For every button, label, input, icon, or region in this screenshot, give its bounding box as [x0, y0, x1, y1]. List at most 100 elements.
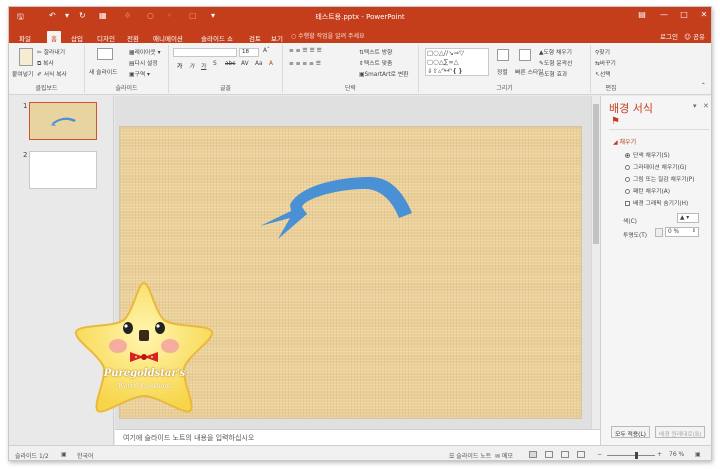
fill-bucket-icon[interactable]: ⚑: [611, 116, 620, 127]
apply-to-all-button[interactable]: 모두 적용(L): [611, 426, 650, 438]
copy-icon: ⧉: [37, 61, 42, 67]
shape-effects-button[interactable]: ○도형 효과: [539, 69, 567, 78]
format-painter-button[interactable]: ✐ 서식 복사: [37, 69, 67, 78]
copy-label: 복사: [42, 61, 54, 67]
text-direction-button[interactable]: ⇅텍스트 방향: [359, 47, 392, 56]
spinner-icon[interactable]: ⇕: [692, 228, 696, 234]
slide-thumbnail-2[interactable]: [29, 151, 97, 189]
notes-toggle[interactable]: ☰ 슬라이드 노트: [449, 451, 491, 460]
shadow-icon[interactable]: S: [213, 61, 217, 67]
tab-view[interactable]: 보기: [267, 31, 287, 43]
reading-view-icon[interactable]: [561, 451, 569, 458]
shape-fill-button[interactable]: ▲도형 채우기: [539, 47, 572, 56]
layout-button[interactable]: ▦레이아웃 ▾: [129, 47, 161, 56]
layout-label: 레이아웃: [134, 50, 156, 56]
ribbon: 붙여넣기 ✂ 잘라내기 ⧉ 복사 ✐ 서식 복사 클립보드 새 슬라이드 ▦레이…: [9, 43, 711, 95]
slideshow-view-icon[interactable]: [577, 451, 585, 458]
new-slide-icon[interactable]: [97, 48, 113, 60]
cut-button[interactable]: ✂ 잘라내기: [37, 47, 65, 56]
paste-icon[interactable]: [19, 48, 33, 66]
close-pane-icon[interactable]: ✕: [703, 102, 709, 110]
scrollbar-thumb[interactable]: [593, 104, 599, 244]
ribbon-display-icon[interactable]: ▤: [635, 10, 649, 19]
italic-icon[interactable]: 가: [189, 61, 194, 70]
replace-button[interactable]: ⇆바꾸기: [595, 58, 616, 67]
slide-thumbnail-1[interactable]: [29, 102, 97, 140]
shape-outline-button[interactable]: ✎도형 윤곽선: [539, 58, 572, 67]
reset-background-button[interactable]: 배경 원래대로(B): [655, 426, 706, 438]
pattern-fill-label: 패턴 채우기(A): [633, 189, 670, 195]
font-grow-icon[interactable]: Aˆ: [263, 48, 270, 54]
hide-background-graphics-checkbox[interactable]: 배경 그래픽 숨기기(H): [625, 198, 688, 207]
share-button[interactable]: 공유: [693, 33, 705, 41]
tab-transitions[interactable]: 전환: [123, 31, 143, 43]
smartart-button[interactable]: ▣SmartArt로 변환: [359, 69, 408, 78]
pane-options-icon[interactable]: ▾: [693, 102, 697, 110]
notes-pane[interactable]: 여기에 슬라이드 노트의 내용을 입력하십시오: [115, 429, 600, 445]
align-icon[interactable]: ≡ ≡ ≡ ≡ ☰: [289, 61, 321, 67]
pattern-fill-option[interactable]: 패턴 채우기(A): [625, 186, 670, 195]
find-label: 찾기: [599, 50, 610, 56]
bold-icon[interactable]: 가: [177, 61, 182, 70]
zoom-out-icon[interactable]: −: [597, 451, 602, 458]
reset-button[interactable]: ▤다시 설정: [129, 58, 158, 67]
new-slide-button[interactable]: 새 슬라이드: [89, 67, 118, 76]
close-button[interactable]: ✕: [697, 10, 711, 19]
slide-counter: 슬라이드 1/2: [15, 453, 49, 460]
minimize-button[interactable]: —: [657, 10, 671, 19]
zoom-level[interactable]: 76 %: [669, 451, 684, 458]
tell-me-search[interactable]: ○ 수행할 작업을 알려 주세요: [291, 31, 365, 40]
clipboard-group-label: 클립보드: [35, 85, 58, 92]
char-spacing-icon[interactable]: AV: [241, 61, 249, 67]
hide-graphics-label: 배경 그래픽 숨기기(H): [633, 201, 689, 207]
transparency-input[interactable]: 0 % ⇕: [665, 227, 699, 237]
collapse-ribbon-icon[interactable]: ⌃: [701, 83, 706, 89]
cut-label: 잘라내기: [43, 50, 66, 56]
slide-scrollbar[interactable]: [591, 96, 600, 429]
paste-button[interactable]: 붙여넣기: [12, 69, 33, 78]
select-button[interactable]: ↖선택: [595, 69, 611, 78]
tab-insert[interactable]: 삽입: [67, 31, 87, 43]
gradient-fill-option[interactable]: 그라데이션 채우기(G): [625, 162, 687, 171]
color-picker-button[interactable]: ▲ ▾: [677, 213, 699, 223]
fill-section-header[interactable]: ◢ 채우기: [613, 137, 636, 146]
slide-sorter-icon[interactable]: [545, 451, 553, 458]
solid-fill-option[interactable]: 단색 채우기(S): [625, 150, 670, 159]
font-color-icon[interactable]: A: [269, 61, 273, 67]
spelling-icon[interactable]: ▣: [61, 451, 67, 458]
comments-toggle[interactable]: ✉ 메모: [495, 451, 513, 460]
underline-icon[interactable]: 가: [201, 61, 206, 70]
normal-view-icon[interactable]: [529, 451, 537, 458]
align-text-button[interactable]: ⇕텍스트 맞춤: [359, 58, 392, 67]
tab-home[interactable]: 홈: [47, 31, 61, 43]
tab-file[interactable]: 파일: [15, 31, 35, 43]
quick-styles-icon[interactable]: [519, 49, 531, 61]
fit-to-window-icon[interactable]: ▣: [695, 451, 701, 458]
picture-fill-option[interactable]: 그림 또는 질감 채우기(P): [625, 174, 695, 183]
zoom-in-icon[interactable]: +: [657, 451, 662, 458]
transparency-slider[interactable]: [655, 228, 663, 237]
arrange-icon[interactable]: [497, 49, 509, 61]
shapes-gallery[interactable]: □○△∕∕↘⇒▽ ▢○△∑∞△ ⇓⇧▵↷↶❴❵: [425, 48, 489, 76]
copy-button[interactable]: ⧉ 복사: [37, 58, 54, 68]
strikethrough-icon[interactable]: abc: [225, 61, 235, 67]
font-name-box[interactable]: [173, 48, 237, 57]
zoom-slider-thumb[interactable]: [635, 452, 638, 459]
align-text-label: 텍스트 맞춤: [363, 61, 393, 67]
arrange-button[interactable]: 정렬: [497, 67, 508, 76]
tab-design[interactable]: 디자인: [93, 31, 119, 43]
find-button[interactable]: ⚲찾기: [595, 47, 610, 56]
signin-link[interactable]: 로그인: [660, 33, 678, 41]
maximize-button[interactable]: □: [677, 10, 691, 19]
zoom-slider[interactable]: [607, 455, 655, 456]
tab-slideshow[interactable]: 슬라이드 쇼: [197, 31, 237, 43]
language-indicator[interactable]: 한국어: [77, 451, 94, 460]
slides-group-label: 슬라이드: [115, 85, 138, 92]
font-size-box[interactable]: 18: [239, 48, 259, 57]
tab-review[interactable]: 검토: [245, 31, 265, 43]
bullets-icon[interactable]: ≡ ≡ ☰ ☰ ☰: [289, 48, 322, 54]
section-button[interactable]: ▣구역 ▾: [129, 69, 150, 78]
change-case-icon[interactable]: Aa: [255, 61, 263, 67]
tab-animations[interactable]: 애니메이션: [149, 31, 187, 43]
pane-divider: [609, 129, 709, 130]
